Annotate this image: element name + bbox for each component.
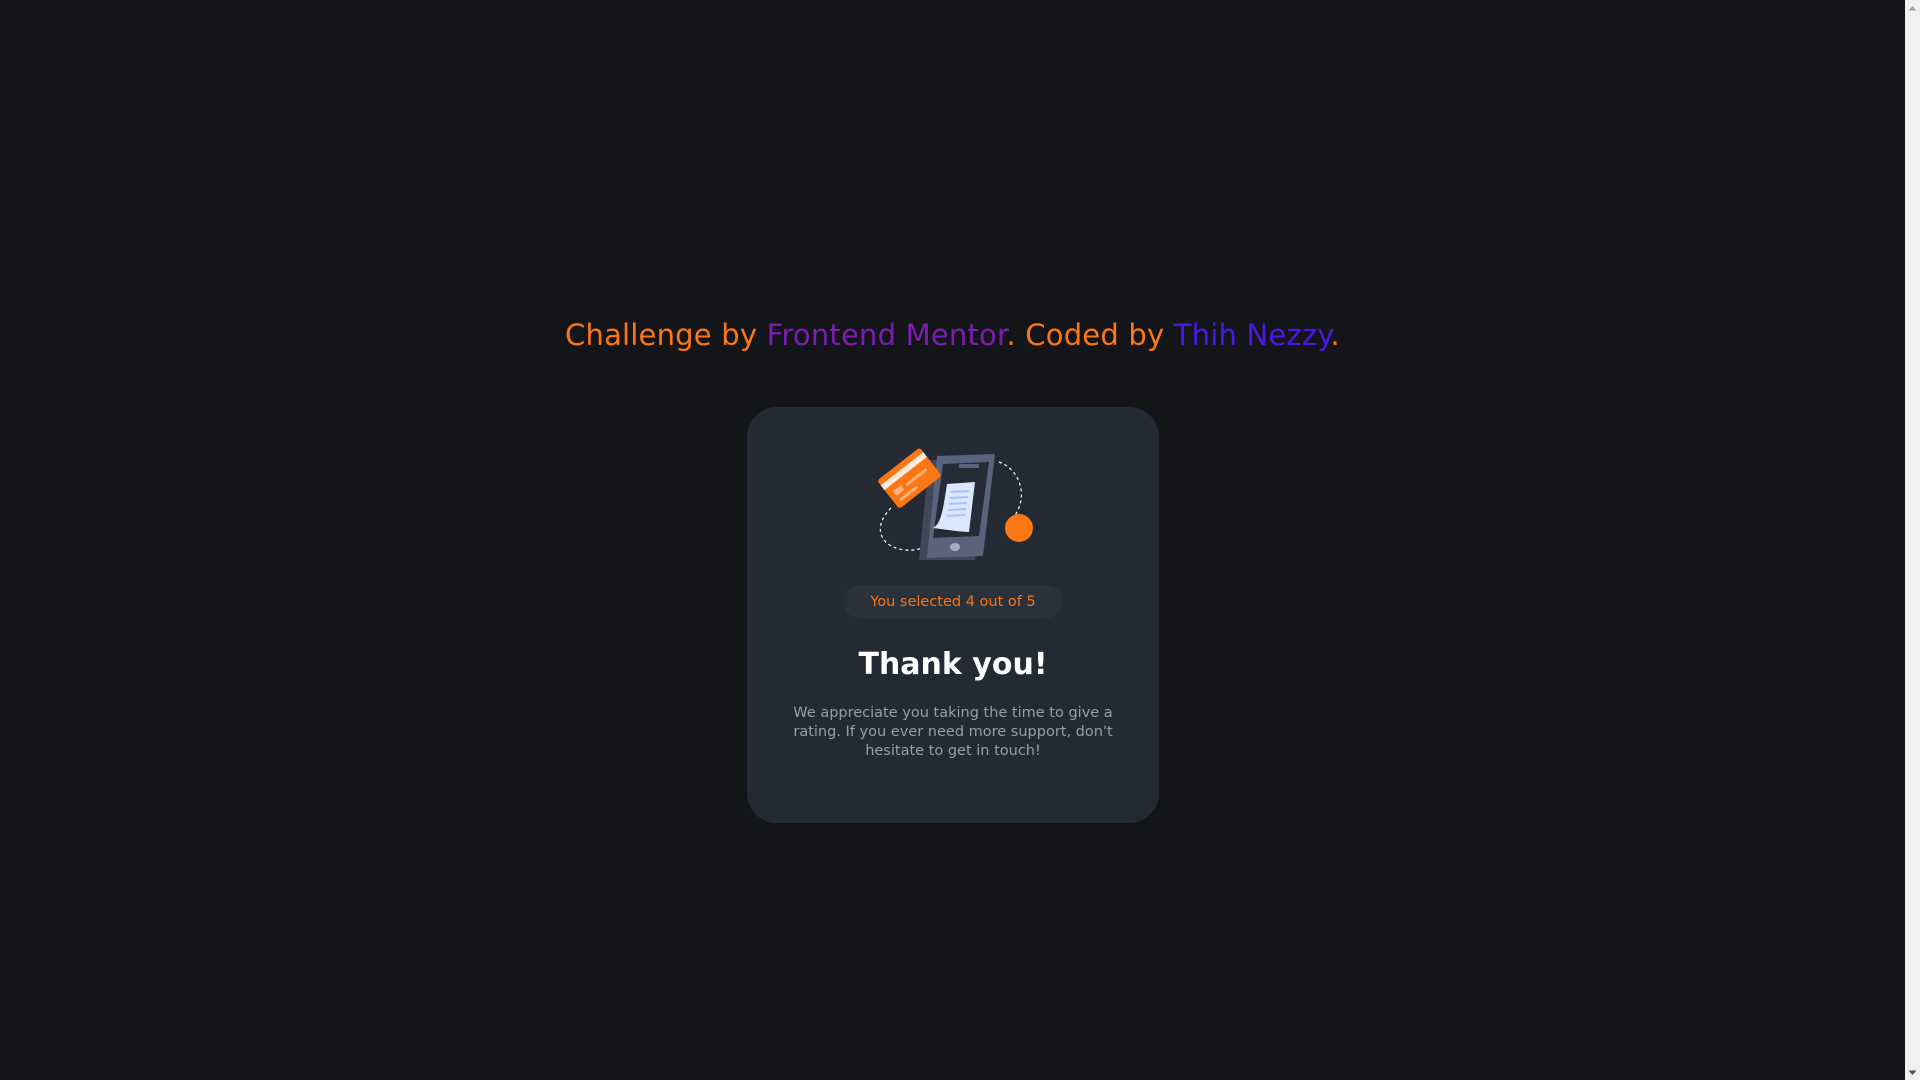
scroll-up-arrow-icon[interactable] — [1905, 0, 1920, 15]
author-link[interactable]: Thih Nezzy — [1174, 318, 1331, 352]
thank-you-title: Thank you! — [858, 647, 1048, 682]
attribution-middle: . Coded by — [1006, 318, 1174, 352]
attribution: Challenge by Frontend Mentor. Coded by T… — [0, 318, 1905, 352]
page-background: Challenge by Frontend Mentor. Coded by T… — [0, 0, 1905, 1080]
frontend-mentor-link[interactable]: Frontend Mentor — [767, 318, 1007, 352]
attribution-prefix: Challenge by — [565, 318, 767, 352]
scroll-down-arrow-icon[interactable] — [1905, 1065, 1920, 1080]
attribution-suffix: . — [1330, 318, 1340, 352]
thank-you-card: You selected 4 out of 5 Thank you! We ap… — [747, 407, 1159, 823]
vertical-scrollbar[interactable] — [1905, 0, 1920, 1080]
payment-phone-illustration-icon — [878, 448, 1033, 560]
thank-you-message: We appreciate you taking the time to giv… — [793, 705, 1113, 759]
selected-rating-badge: You selected 4 out of 5 — [843, 585, 1063, 618]
